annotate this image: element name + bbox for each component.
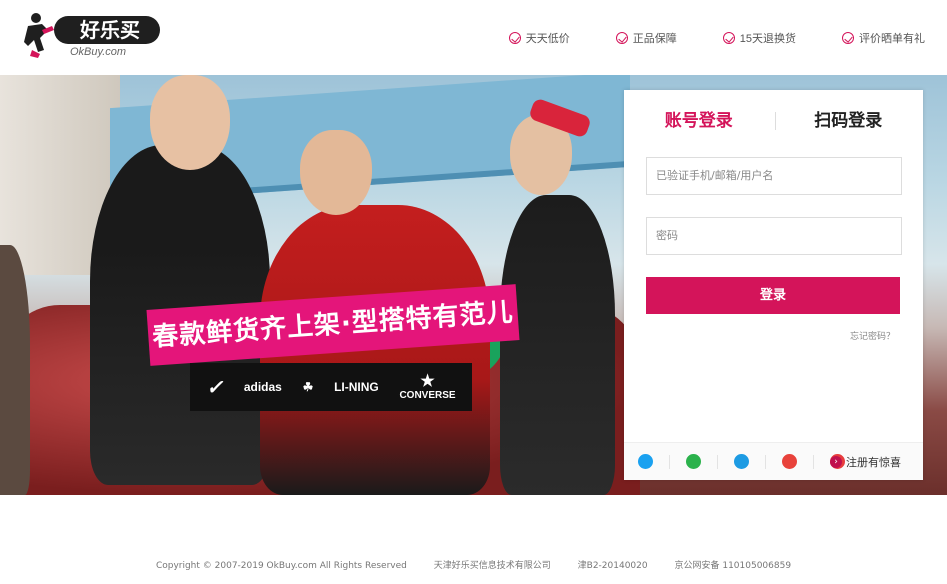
converse-label: CONVERSE <box>399 389 456 401</box>
weibo-icon[interactable] <box>782 454 797 469</box>
adidas-logo: adidas <box>243 380 282 394</box>
wechat-icon[interactable] <box>686 454 701 469</box>
police-record[interactable]: 京公网安备 110105006859 <box>674 561 791 571</box>
login-panel: 账号登录 扫码登录 已验证手机/邮箱/用户名 密码 登录 忘记密码？ › 注册有… <box>624 90 923 480</box>
divider <box>717 454 718 469</box>
tab-account-login[interactable]: 账号登录 <box>624 90 774 152</box>
footer: Copyright © 2007-2019 OkBuy.com All Righ… <box>0 558 947 571</box>
promise-low-price: 天天低价 <box>508 30 570 46</box>
icp-license[interactable]: 津B2-20140020 <box>578 561 648 571</box>
lining-logo: LI-NING <box>334 380 379 394</box>
divider <box>765 454 766 469</box>
check-circle-icon <box>615 32 628 44</box>
login-button[interactable]: 登录 <box>646 277 900 314</box>
banner-model-left <box>0 245 30 495</box>
service-promises: 天天低价 正品保障 15天退换货 评价晒单有礼 <box>508 30 925 46</box>
qq-icon[interactable] <box>638 454 653 469</box>
forgot-password-link[interactable]: 忘记密码？ <box>850 329 895 342</box>
register-link[interactable]: › 注册有惊喜 <box>830 454 901 470</box>
banner-model-1-head <box>150 75 230 170</box>
nike-swoosh-icon: ✓ <box>206 376 224 399</box>
trefoil-logo-icon: ☘ <box>302 380 314 394</box>
logo-text: 好乐买 <box>54 16 160 44</box>
password-input[interactable]: 密码 <box>646 217 902 255</box>
banner-model-2-head <box>300 130 372 215</box>
check-circle-icon <box>722 32 735 44</box>
check-circle-icon <box>842 32 854 44</box>
converse-star-icon: ★ <box>420 372 435 390</box>
company-name: 天津好乐买信息技术有限公司 <box>433 561 551 571</box>
divider <box>813 454 814 469</box>
promise-label: 天天低价 <box>525 33 570 45</box>
username-input[interactable]: 已验证手机/邮箱/用户名 <box>646 157 902 195</box>
brand-strip: ✓ adidas ☘ LI-NING ★ CONVERSE <box>190 363 472 411</box>
social-login-bar: › 注册有惊喜 <box>624 442 923 480</box>
chevron-right-icon: › <box>830 456 842 468</box>
runner-logo-icon <box>24 13 54 58</box>
promise-label: 评价晒单有礼 <box>859 33 925 45</box>
divider <box>669 454 670 469</box>
banner-model-3 <box>500 195 615 495</box>
tab-qr-login[interactable]: 扫码登录 <box>774 90 924 152</box>
promise-genuine: 正品保障 <box>615 30 677 46</box>
logo[interactable]: 好乐买 OkBuy.com <box>24 10 160 62</box>
promise-label: 正品保障 <box>632 33 677 45</box>
promise-review-gift: 评价晒单有礼 <box>842 30 925 46</box>
alipay-icon[interactable] <box>734 454 749 469</box>
register-label: 注册有惊喜 <box>846 456 901 469</box>
tab-divider <box>775 112 776 130</box>
logo-subtext: OkBuy.com <box>70 46 127 58</box>
header: 好乐买 OkBuy.com 天天低价 正品保障 15天退换货 评价晒单有礼 <box>0 0 947 75</box>
login-tabs: 账号登录 扫码登录 <box>624 90 923 152</box>
converse-logo: ★ CONVERSE <box>399 372 456 401</box>
promise-label: 15天退换货 <box>739 33 796 45</box>
copyright-text: Copyright © 2007-2019 OkBuy.com All Righ… <box>155 561 407 571</box>
check-circle-icon <box>508 32 521 44</box>
promise-returns: 15天退换货 <box>722 30 796 46</box>
